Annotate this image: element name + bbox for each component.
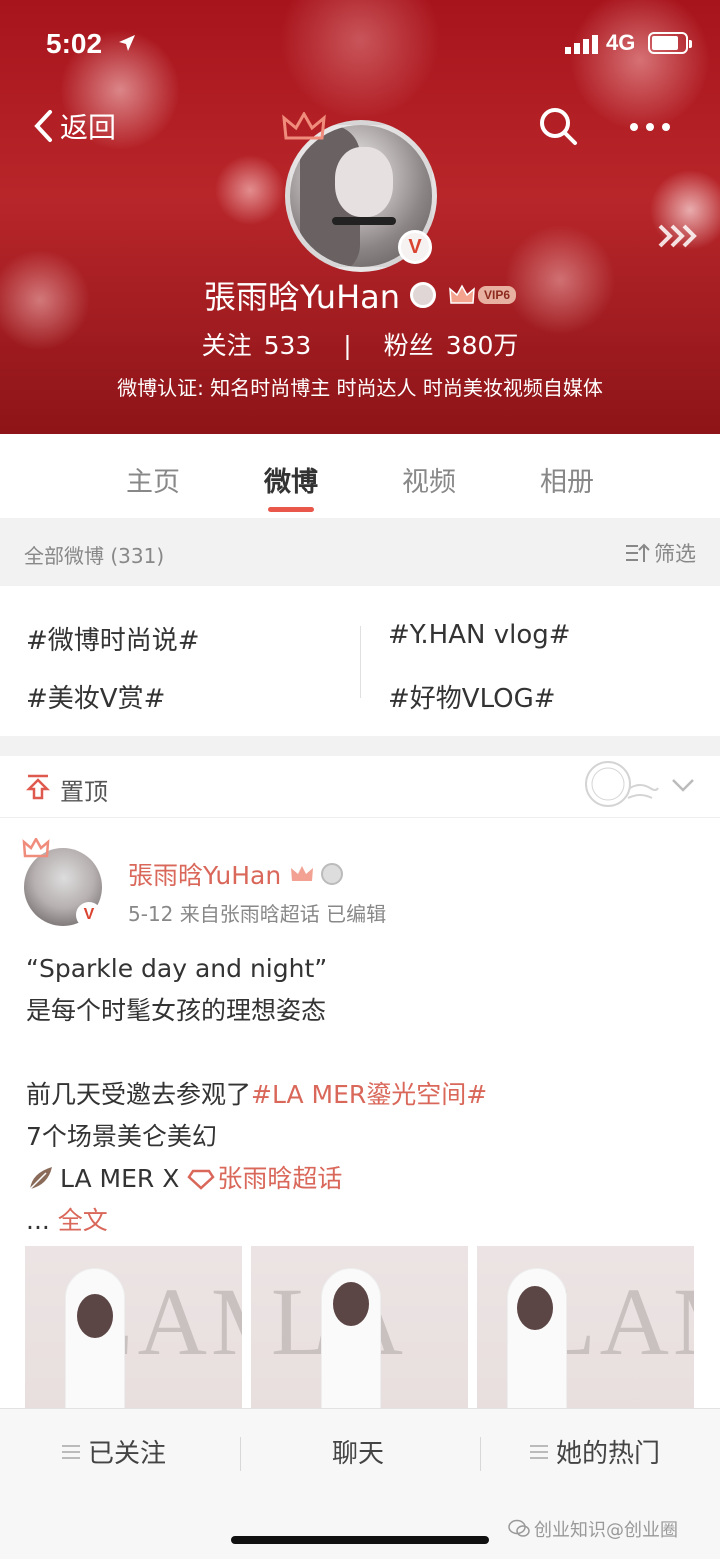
post-text-segment: LA MER X (60, 1164, 188, 1193)
headline-stamp-icon (585, 761, 659, 807)
profile-name: 張雨晗YuHan (203, 278, 401, 316)
pinned-label: 置顶 (60, 778, 108, 806)
profile-tabs: 主页 微博 视频 相册 (0, 434, 720, 518)
chevron-down-icon[interactable] (670, 776, 696, 794)
vip-crown-icon (291, 866, 314, 881)
verification-text: 微博认证: 知名时尚博主 时尚达人 时尚美妆视频自媒体 (117, 376, 603, 400)
topic-link[interactable]: #LA MER鎏光空间# (251, 1080, 487, 1109)
chat-button[interactable]: 聊天 (332, 1433, 384, 1470)
crown-icon (282, 112, 326, 140)
wechat-icon (508, 1519, 530, 1537)
vip-crown-icon (449, 284, 475, 304)
post-images: LAM LA LAM (25, 1246, 695, 1418)
ellipsis: ... (26, 1206, 58, 1235)
more-icon[interactable] (628, 112, 672, 142)
status-bar: 5:02 4G (0, 22, 720, 70)
post-image[interactable]: LAM (25, 1246, 242, 1418)
signal-icon (565, 35, 598, 54)
post-line: “Sparkle day and night” (26, 954, 328, 983)
read-more-link[interactable]: 全文 (58, 1206, 108, 1235)
post-text: “Sparkle day and night” 是每个时髦女孩的理想姿态 前几天… (26, 948, 696, 1242)
verified-badge: V (76, 902, 102, 928)
post-card: V 張雨晗YuHan 5-12 来自张雨晗超话 已编辑 “Sparkle day… (0, 818, 720, 1418)
post-line: LA MER X 张雨晗超话 (26, 1158, 696, 1200)
hot-posts-button[interactable]: 她的热门 (530, 1433, 660, 1470)
crown-icon (22, 838, 50, 858)
profile-banner: 5:02 4G 返回 V 張雨晗YuHan VIP6 关注 533 | 粉丝 380… (0, 0, 720, 434)
diamond-icon (187, 1169, 215, 1190)
menu-icon (530, 1444, 548, 1459)
search-icon[interactable] (538, 106, 578, 146)
network-type: 4G (606, 30, 636, 55)
post-author-name: 張雨晗YuHan (128, 861, 282, 890)
post-line: 7个场景美仑美幻 (26, 1122, 217, 1151)
back-button[interactable]: 返回 (32, 106, 116, 146)
follow-count[interactable]: 533 (264, 331, 312, 360)
tab-home[interactable]: 主页 (84, 434, 222, 518)
tab-video[interactable]: 视频 (360, 434, 498, 518)
vip-level: VIP6 (478, 286, 517, 304)
filter-label: 筛选 (654, 542, 696, 566)
home-indicator[interactable] (231, 1536, 489, 1544)
topic-item[interactable]: #Y.HAN vlog# (388, 620, 571, 650)
watermark-text: 创业知识@创业圈 (534, 1520, 678, 1541)
hot-posts-label: 她的热门 (556, 1439, 661, 1469)
post-line: 前几天受邀去参观了#LA MER鎏光空间# (26, 1074, 696, 1116)
tab-album[interactable]: 相册 (498, 434, 636, 518)
chevron-left-icon (34, 110, 52, 142)
divider (480, 1437, 481, 1471)
medal-icon[interactable] (410, 282, 437, 308)
back-label: 返回 (60, 111, 117, 144)
vip-badge[interactable]: VIP6 (448, 284, 517, 306)
post-text-segment: 前几天受邀去参观了 (26, 1080, 252, 1109)
topic-grid: #微博时尚说# #Y.HAN vlog# #美妆V赏# #好物VLOG# (0, 586, 720, 736)
stats-separator: | (343, 331, 352, 360)
topic-item[interactable]: #美妆V赏# (26, 678, 165, 715)
pin-top-icon (26, 774, 50, 800)
fans-count[interactable]: 380万 (446, 331, 519, 360)
pinned-header[interactable]: 置顶 (0, 756, 720, 818)
follow-label[interactable]: 关注 (202, 331, 252, 360)
topic-divider (360, 626, 361, 698)
post-image[interactable]: LAM (477, 1246, 694, 1418)
topic-item[interactable]: #好物VLOG# (388, 678, 556, 715)
post-count: 全部微博 (331) (24, 544, 165, 568)
status-time: 5:02 (46, 28, 103, 59)
following-button[interactable]: 已关注 (62, 1433, 166, 1470)
filter-button[interactable]: 筛选 (624, 538, 696, 568)
menu-icon (62, 1444, 80, 1459)
verified-badge: V (398, 230, 432, 264)
topic-item[interactable]: #微博时尚说# (26, 620, 200, 657)
post-line: 是每个时髦女孩的理想姿态 (26, 996, 327, 1025)
post-line: ... 全文 (26, 1200, 696, 1242)
location-arrow-icon (119, 35, 135, 51)
following-label: 已关注 (88, 1439, 167, 1469)
medal-icon (321, 863, 344, 885)
watermark: 创业知识@创业圈 (508, 1516, 678, 1542)
super-topic-link[interactable]: 张雨晗超话 (217, 1164, 342, 1193)
battery-icon (648, 32, 692, 54)
tab-weibo[interactable]: 微博 (222, 434, 360, 518)
post-author[interactable]: 張雨晗YuHan (128, 856, 344, 892)
filter-bar: 全部微博 (331) 筛选 (0, 518, 720, 586)
post-meta: 5-12 来自张雨晗超话 已编辑 (128, 902, 387, 926)
post-image[interactable]: LA (251, 1246, 468, 1418)
triple-chevron-icon[interactable] (656, 222, 698, 250)
fans-label[interactable]: 粉丝 (384, 331, 434, 360)
username-row: 張雨晗YuHan VIP6 (0, 272, 720, 318)
leaf-icon (29, 1167, 52, 1190)
profile-stats: 关注 533 | 粉丝 380万 (0, 326, 720, 362)
filter-icon (626, 543, 650, 562)
chat-label: 聊天 (332, 1439, 385, 1469)
divider (240, 1437, 241, 1471)
